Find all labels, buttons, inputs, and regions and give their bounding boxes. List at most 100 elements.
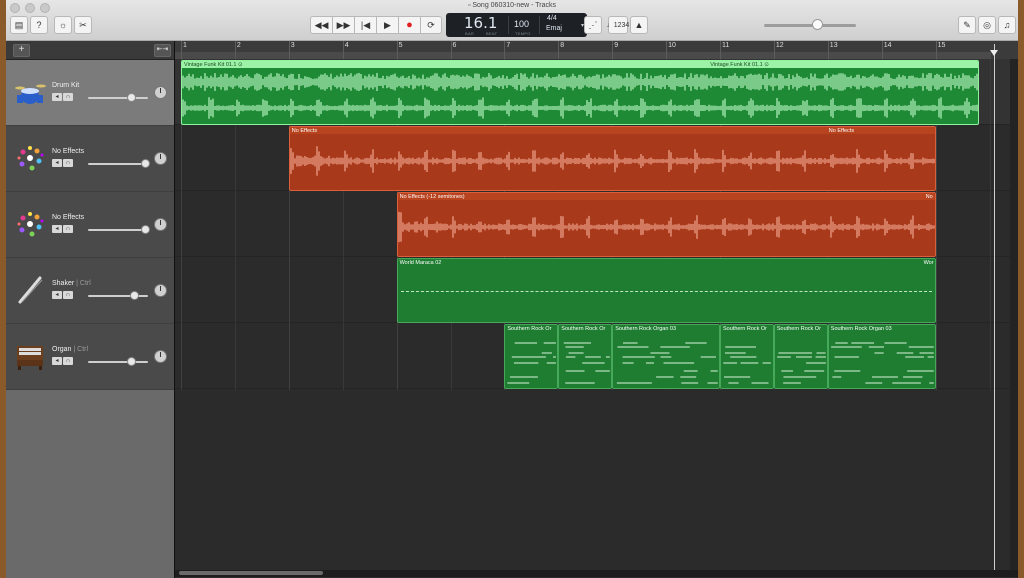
track-header-no-effects[interactable]: No Effects ◂ ∩	[6, 126, 174, 192]
midi-region[interactable]: Southern Rock Or	[504, 324, 559, 389]
rewind-icon: ◀◀	[314, 19, 329, 30]
solo-button[interactable]: ∩	[63, 159, 73, 167]
fast-forward-icon: ▶▶	[336, 19, 351, 30]
horizontal-scrollbar[interactable]	[175, 570, 1018, 577]
timeline-ruler[interactable]: 1 2 3 4 5 6 7 8 9 10 11 12 13 14 15	[175, 41, 1018, 60]
audio-region[interactable]: No Effects (-12 semitones) No	[396, 192, 936, 257]
master-volume-slider[interactable]	[764, 24, 856, 27]
region-name: Southern Rock Or	[507, 326, 552, 332]
track-name-suffix: | Ctrl	[71, 346, 89, 353]
mute-button[interactable]: ◂	[52, 93, 62, 101]
lcd-divider	[508, 16, 509, 34]
scrollbar-thumb[interactable]	[179, 571, 323, 575]
smart-controls-button[interactable]: ☼	[54, 16, 72, 34]
track-header-drum-kit[interactable]: Drum Kit ◂ ∩	[6, 60, 174, 126]
rewind-button[interactable]: ◀◀	[310, 16, 332, 34]
track-volume-slider[interactable]	[88, 361, 148, 363]
track-volume-slider[interactable]	[88, 163, 148, 165]
cycle-area[interactable]	[175, 52, 991, 59]
track-volume-slider[interactable]	[88, 229, 148, 231]
playhead[interactable]	[994, 44, 995, 570]
solo-button[interactable]: ∩	[63, 291, 73, 299]
shaker-icon	[18, 276, 43, 304]
track-name-text: No Effects	[52, 148, 85, 155]
tuner-button[interactable]: ⋰	[584, 16, 602, 34]
lcd-position: 16.1	[464, 14, 498, 32]
region-header	[182, 61, 978, 68]
midi-region[interactable]: Southern Rock Or	[558, 324, 613, 389]
mute-button[interactable]: ◂	[52, 357, 62, 365]
region-name: Southern Rock Organ 03	[830, 326, 892, 332]
bar-number: 7	[506, 42, 511, 49]
midi-notes	[507, 342, 557, 384]
editors-button[interactable]: ✂	[74, 16, 92, 34]
track-volume-knob[interactable]	[127, 357, 137, 366]
mute-button[interactable]: ◂	[52, 291, 62, 299]
headphones-icon: ∩	[65, 226, 71, 232]
midi-region[interactable]: Southern Rock Or	[720, 324, 774, 389]
window-title-text: Song 060310-new - Tracks	[472, 2, 557, 9]
track-volume-knob[interactable]	[141, 225, 151, 234]
catch-playhead-button[interactable]: ⇤⇥	[154, 44, 171, 57]
midi-region[interactable]: World Maraca 02 Wor	[396, 258, 936, 323]
solo-button[interactable]: ∩	[63, 93, 73, 101]
add-track-button[interactable]: +	[13, 44, 30, 57]
track-volume-knob[interactable]	[141, 159, 151, 168]
window-title: ▫ Song 060310-new - Tracks	[6, 2, 1018, 9]
speaker-icon: ◂	[55, 292, 59, 298]
help-button[interactable]: ?	[30, 16, 48, 34]
midi-notes	[723, 346, 771, 384]
pan-knob[interactable]	[154, 218, 167, 231]
play-button[interactable]: ▶	[376, 16, 398, 34]
region-name: Southern Rock Or	[561, 326, 606, 332]
go-to-beginning-button[interactable]: |◀	[354, 16, 376, 34]
cycle-button[interactable]: ⟳	[420, 16, 442, 34]
playhead-handle[interactable]	[990, 50, 998, 56]
pan-knob[interactable]	[154, 152, 167, 165]
audio-burst-icon	[17, 212, 44, 237]
ruler-tick	[181, 41, 182, 59]
tracks-empty-area[interactable]	[175, 390, 1018, 570]
count-in-button[interactable]: ♩1234	[607, 16, 629, 34]
audio-region[interactable]: No Effects No Effects	[288, 126, 936, 191]
record-button[interactable]: ●	[398, 16, 420, 34]
loop-browser-button[interactable]: ◎	[978, 16, 996, 34]
bar-number: 12	[775, 42, 784, 49]
midi-region[interactable]: Southern Rock Organ 03	[612, 324, 720, 389]
track-volume-slider[interactable]	[88, 97, 148, 99]
midi-region[interactable]: Southern Rock Or	[773, 324, 828, 389]
track-name-suffix: | Ctrl	[74, 280, 91, 287]
metronome-button[interactable]: ▲	[630, 16, 648, 34]
pan-knob[interactable]	[154, 284, 167, 297]
media-browser-button[interactable]: ♫	[998, 16, 1016, 34]
mute-button[interactable]: ◂	[52, 159, 62, 167]
track-volume-knob[interactable]	[127, 93, 137, 102]
waveform	[182, 73, 978, 119]
bar-number: 14	[883, 42, 892, 49]
master-volume-knob[interactable]	[812, 19, 824, 30]
pan-knob[interactable]	[154, 350, 167, 363]
track-header-organ[interactable]: Organ | Ctrl ◂ ∩	[6, 324, 174, 390]
track-header-shaker[interactable]: Shaker | Ctrl ◂ ∩	[6, 258, 174, 324]
lcd-time-signature: 4/4	[547, 15, 557, 22]
midi-region[interactable]: Southern Rock Organ 03	[827, 324, 936, 389]
solo-button[interactable]: ∩	[63, 225, 73, 233]
track-volume-knob[interactable]	[130, 291, 139, 300]
headphones-icon: ∩	[65, 160, 71, 166]
bar-number: 5	[398, 42, 403, 49]
lcd-display[interactable]: 16.1 BAR BEAT 100 TEMPO 4/4 Emaj	[446, 13, 581, 37]
solo-button[interactable]: ∩	[63, 357, 73, 365]
notepad-button[interactable]: ✎	[958, 16, 976, 34]
library-button[interactable]: ▤	[10, 16, 28, 34]
ruler-tick	[288, 41, 290, 59]
fast-forward-button[interactable]: ▶▶	[332, 16, 354, 34]
track-header-no-effects[interactable]: No Effects ◂ ∩	[6, 192, 174, 258]
drum-region[interactable]: Vintage Funk Kit 01.1 ⊙ Vintage Funk Kit …	[181, 60, 979, 125]
vertical-scrollbar[interactable]	[1010, 59, 1018, 570]
lcd-tempo: 100	[514, 19, 530, 29]
mute-button[interactable]: ◂	[52, 225, 62, 233]
audio-burst-icon	[17, 146, 44, 171]
track-volume-slider[interactable]	[88, 295, 148, 297]
pan-knob[interactable]	[154, 86, 167, 99]
metronome-icon: ▲	[634, 20, 644, 30]
